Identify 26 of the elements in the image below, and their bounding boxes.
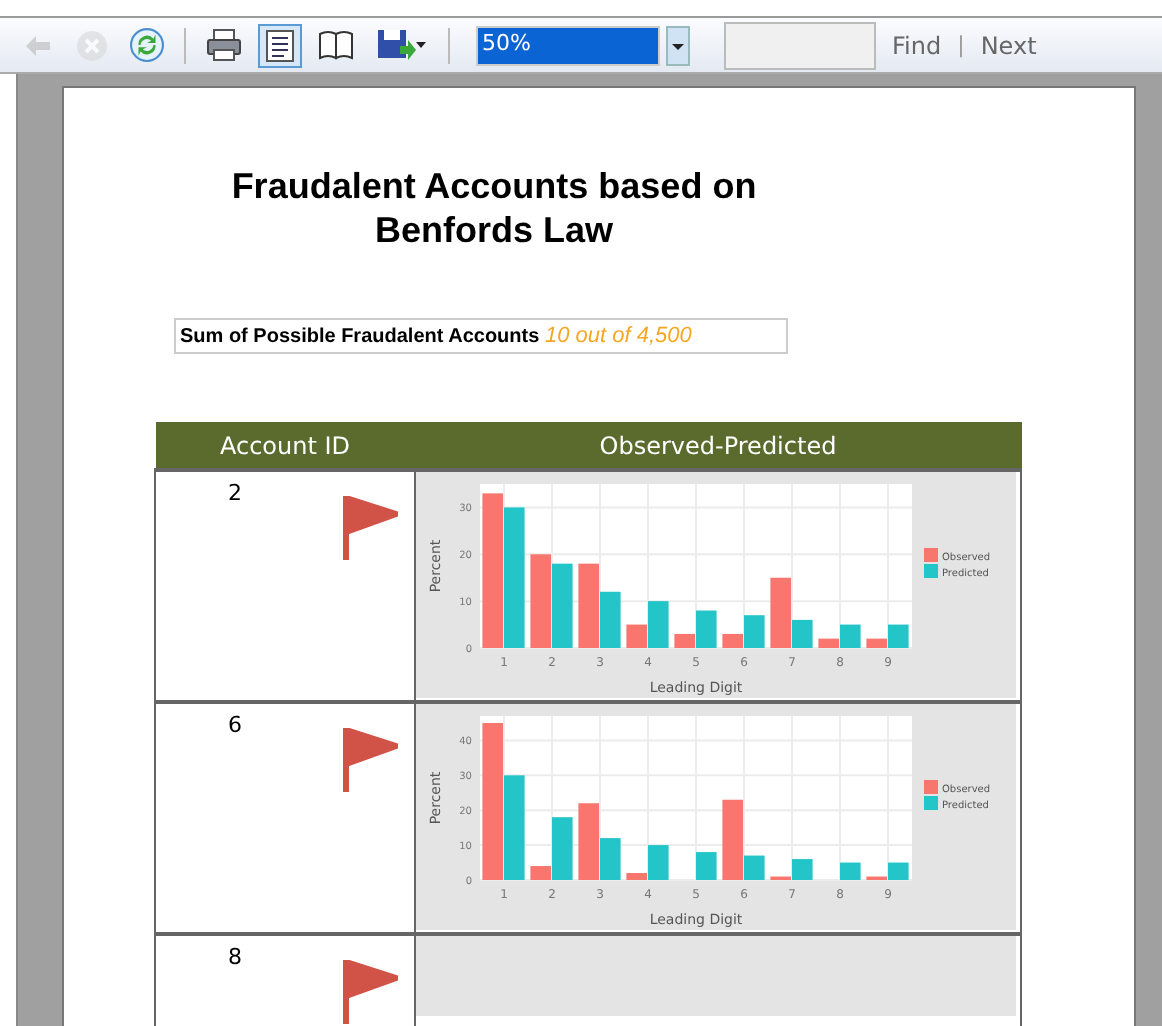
separator-text: | bbox=[957, 32, 965, 58]
account-id: 2 bbox=[228, 480, 242, 510]
save-icon[interactable] bbox=[376, 28, 428, 62]
summary-label: Sum of Possible Fraudalent Accounts bbox=[180, 326, 540, 348]
page-layout-icon[interactable] bbox=[266, 29, 294, 61]
account-id: 6 bbox=[228, 712, 242, 742]
refresh-icon[interactable] bbox=[130, 28, 164, 62]
flag-icon bbox=[342, 496, 398, 560]
account-id: 8 bbox=[228, 944, 242, 974]
bar bbox=[696, 852, 717, 880]
flag-icon bbox=[342, 728, 398, 792]
find-field[interactable] bbox=[724, 21, 876, 69]
report-title: Fraudalent Accounts based on Benfords Law bbox=[229, 164, 759, 252]
find-link[interactable]: Find bbox=[886, 31, 948, 59]
next-link[interactable]: Next bbox=[974, 31, 1043, 59]
dropdown-caret-icon[interactable] bbox=[666, 25, 690, 65]
bar bbox=[530, 554, 551, 648]
summary-value: 10 out of 4,500 bbox=[544, 324, 692, 348]
book-icon[interactable] bbox=[318, 30, 354, 60]
flag-icon bbox=[342, 960, 398, 1024]
printer-icon[interactable] bbox=[206, 28, 242, 62]
zoom-dropdown[interactable]: 50% bbox=[476, 25, 660, 65]
bar bbox=[552, 563, 573, 648]
bar bbox=[504, 507, 525, 648]
column-header: Observed-Predicted bbox=[415, 422, 1021, 470]
column-header: Account ID bbox=[155, 422, 415, 470]
